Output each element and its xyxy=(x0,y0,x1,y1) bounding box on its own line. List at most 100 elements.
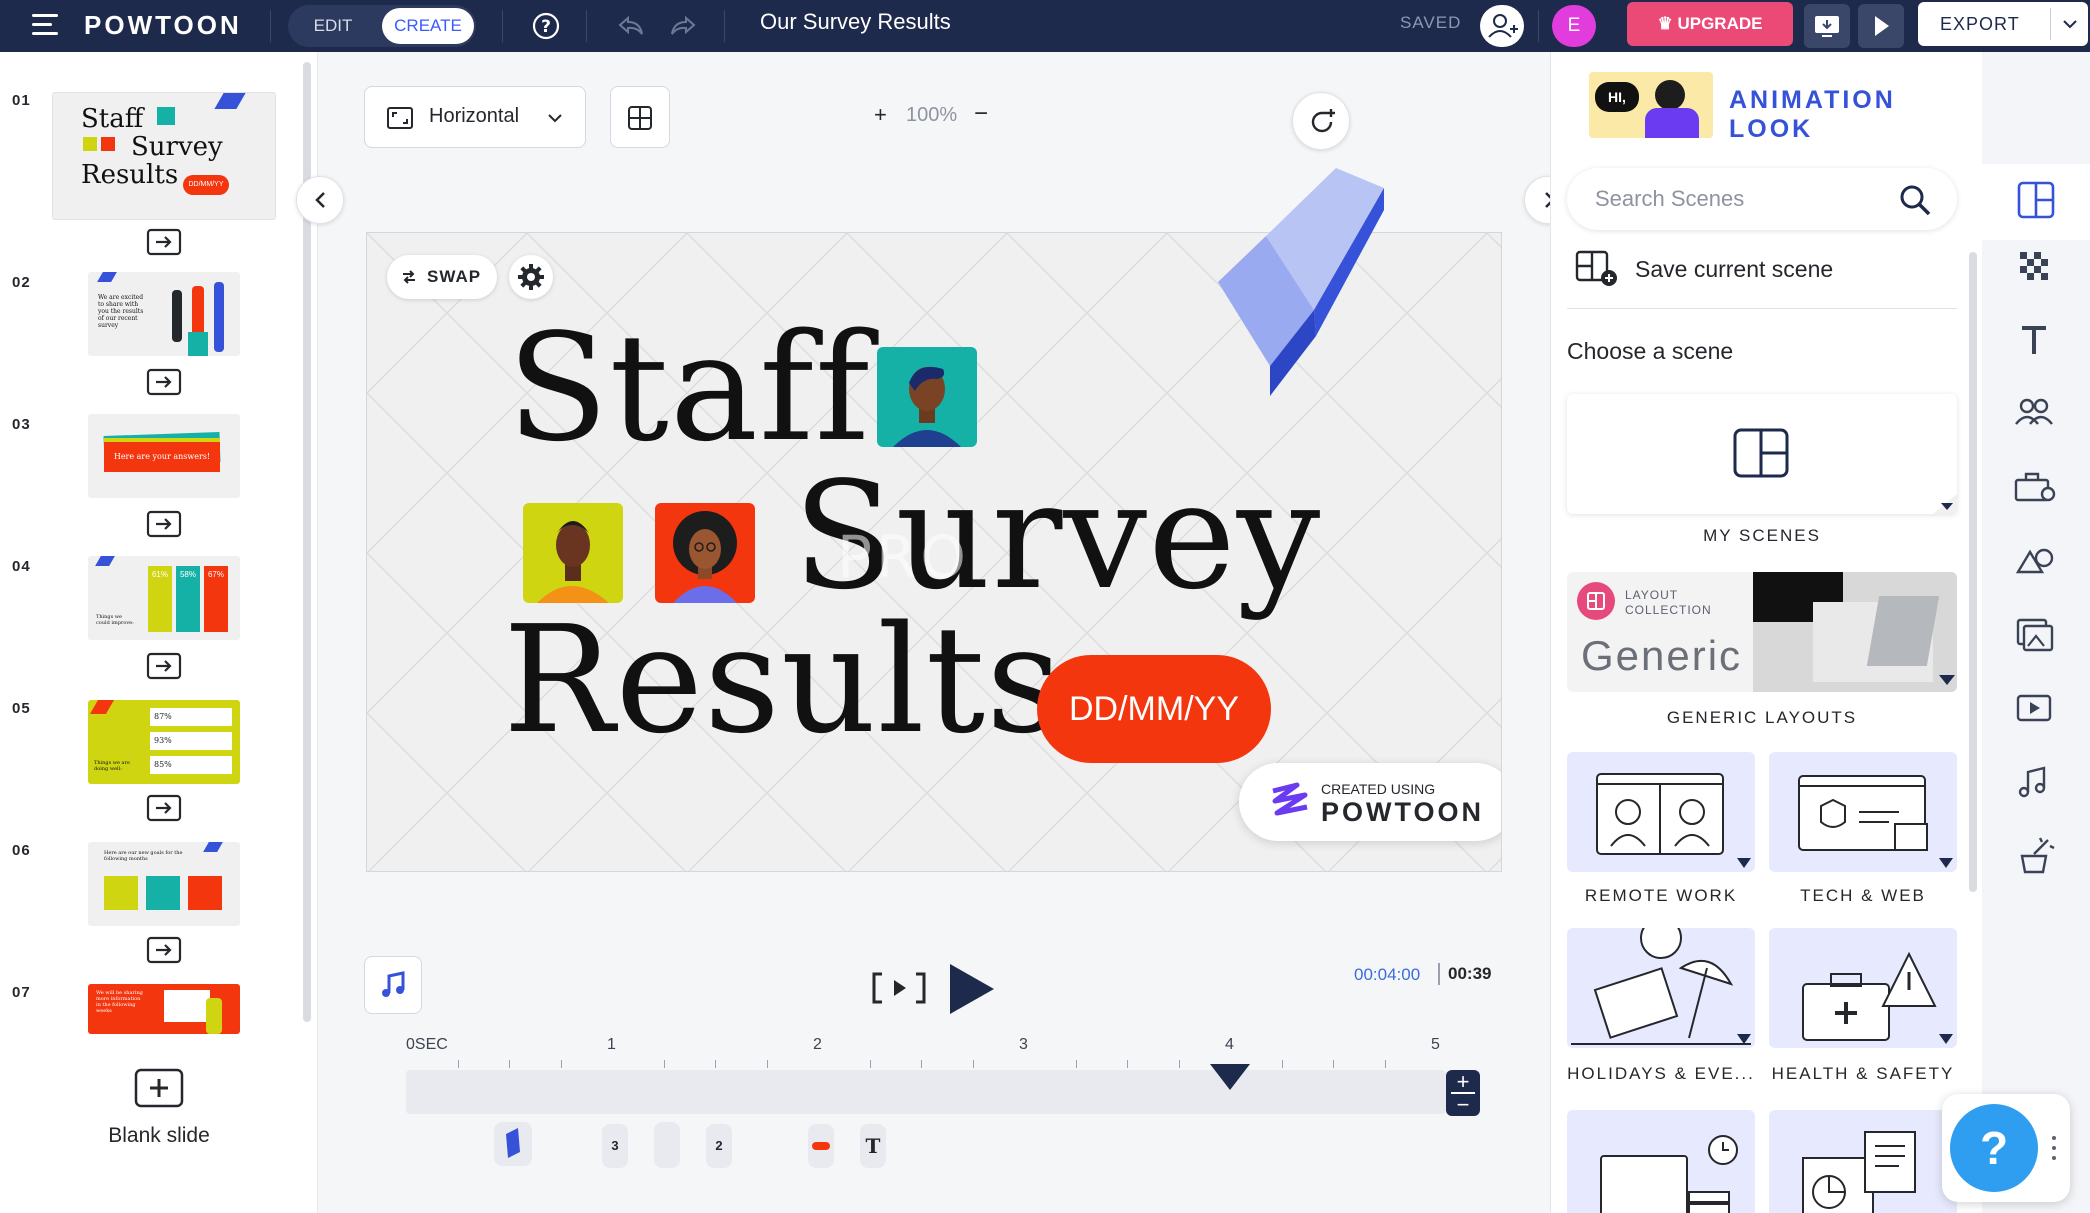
slide-thumbnail-6[interactable]: Here are our new goals for the following… xyxy=(88,842,240,926)
add-scene-button[interactable] xyxy=(1292,92,1350,150)
props-tab[interactable] xyxy=(2010,462,2058,510)
layer-chip-shape[interactable] xyxy=(494,1122,532,1166)
save-current-scene-button[interactable]: Save current scene xyxy=(1575,248,1955,292)
transition-icon[interactable] xyxy=(146,510,182,538)
panel-scrollbar[interactable] xyxy=(1969,252,1977,892)
transition-icon[interactable] xyxy=(146,228,182,256)
help-widget[interactable]: ? xyxy=(1942,1094,2070,1202)
slide-thumbnail-7[interactable]: We will be sharing more information in t… xyxy=(88,984,240,1034)
share-user-button[interactable] xyxy=(1480,5,1524,47)
swap-button[interactable]: SWAP xyxy=(387,255,497,299)
animation-look-label[interactable]: ANIMATION LOOK xyxy=(1729,86,1982,144)
user-avatar[interactable]: E xyxy=(1552,5,1596,47)
play-button[interactable] xyxy=(946,962,996,1016)
thumb-figure xyxy=(206,998,222,1034)
avatar-yellow[interactable] xyxy=(523,503,623,603)
upgrade-button[interactable]: ♛ UPGRADE xyxy=(1627,2,1793,46)
title-line-results[interactable]: Results xyxy=(503,605,1063,755)
timeline-track[interactable] xyxy=(406,1070,1446,1114)
holidays-events-card[interactable] xyxy=(1567,928,1755,1048)
export-button[interactable]: EXPORT xyxy=(1918,2,2088,46)
slide-thumbnail-5[interactable]: Things we are doing well: 87% 93% 85% xyxy=(88,700,240,784)
music-button[interactable] xyxy=(364,956,422,1014)
scenes-tab[interactable] xyxy=(1982,164,2090,240)
timeline-zoom-control[interactable]: + − xyxy=(1446,1070,1480,1116)
effects-tab[interactable] xyxy=(2010,832,2058,880)
edit-mode-button[interactable]: EDIT xyxy=(288,5,378,47)
date-pill[interactable]: DD/MM/YY xyxy=(1037,655,1271,763)
avatar-teal[interactable] xyxy=(877,347,977,447)
avatar-red[interactable] xyxy=(655,503,755,603)
preview-play-button[interactable] xyxy=(1858,4,1904,48)
timeline-zoom-in[interactable]: + xyxy=(1446,1070,1480,1093)
undo-icon[interactable] xyxy=(616,12,644,40)
music-note-icon xyxy=(382,971,405,997)
transition-icon[interactable] xyxy=(146,368,182,396)
thumb-date-pill: DD/MM/YY xyxy=(183,175,229,195)
scene-category-card[interactable] xyxy=(1769,1110,1957,1213)
red-pill-icon xyxy=(812,1142,830,1150)
animation-look-thumbnail[interactable]: HI, xyxy=(1589,72,1713,138)
generic-layouts-card[interactable]: LAYOUT COLLECTION Generic xyxy=(1567,572,1957,692)
search-input[interactable] xyxy=(1595,168,1895,230)
health-safety-card[interactable] xyxy=(1769,928,1957,1048)
thumb-avatar xyxy=(83,137,97,151)
transition-icon[interactable] xyxy=(146,794,182,822)
zoom-out-button[interactable]: − xyxy=(974,100,988,128)
more-options-icon[interactable] xyxy=(2052,1134,2056,1162)
slide-thumbnail-3[interactable]: Here are your answers! xyxy=(88,414,240,498)
tech-web-card[interactable] xyxy=(1769,752,1957,872)
tech-web-illustration xyxy=(1798,775,1928,851)
video-tab[interactable] xyxy=(2010,684,2058,732)
layer-chip-texts[interactable]: 2 xyxy=(706,1124,732,1168)
transition-icon[interactable] xyxy=(146,652,182,680)
thumb-figure xyxy=(188,332,208,356)
create-mode-button[interactable]: CREATE xyxy=(382,8,474,44)
slide-thumbnail-4[interactable]: Things we could improve: 61% 58% 67% xyxy=(88,556,240,640)
media-tab[interactable] xyxy=(2010,610,2058,658)
slide-thumbnail-1[interactable]: Staff Survey Results DD/MM/YY xyxy=(52,92,276,220)
slide-thumbnail-2[interactable]: We are excited to share with you the res… xyxy=(88,272,240,356)
zoom-in-button[interactable]: + xyxy=(874,102,887,128)
shapes-tab[interactable] xyxy=(2010,536,2058,584)
layer-chip-date[interactable] xyxy=(808,1124,834,1168)
slide-number: 04 xyxy=(12,558,31,575)
characters-tab[interactable] xyxy=(2010,388,2058,436)
thumb-shape xyxy=(203,842,223,852)
timeline-zoom-out[interactable]: − xyxy=(1446,1093,1480,1116)
orientation-dropdown[interactable]: Horizontal xyxy=(364,86,586,148)
playhead[interactable] xyxy=(1208,1062,1252,1092)
text-tab[interactable] xyxy=(2010,316,2058,364)
svg-text:?: ? xyxy=(541,17,551,37)
backgrounds-tab[interactable] xyxy=(2010,242,2058,290)
audio-tab[interactable] xyxy=(2010,758,2058,806)
generic-photo xyxy=(1753,572,1957,692)
scene-settings-button[interactable] xyxy=(509,255,553,299)
caret-down-icon xyxy=(1939,675,1955,685)
menu-icon[interactable] xyxy=(32,14,60,38)
collapse-left-button[interactable] xyxy=(296,176,344,224)
speech-bubble: HI, xyxy=(1595,82,1639,112)
layer-chip-text[interactable]: T xyxy=(860,1124,886,1168)
help-button[interactable]: ? xyxy=(1950,1104,2038,1192)
scene-category-card[interactable] xyxy=(1567,1110,1755,1213)
present-button[interactable] xyxy=(1804,4,1850,48)
document-title[interactable]: Our Survey Results xyxy=(760,9,951,35)
transition-icon[interactable] xyxy=(146,936,182,964)
remote-work-card[interactable] xyxy=(1567,752,1755,872)
my-scenes-card[interactable] xyxy=(1567,394,1957,514)
play-from-marker-button[interactable] xyxy=(870,968,928,1008)
chevron-down-icon[interactable] xyxy=(2050,8,2088,40)
layer-chip-blank[interactable] xyxy=(654,1122,680,1168)
slides-panel: 01 Staff Survey Results DD/MM/YY 02 We a… xyxy=(0,52,318,1213)
blue-shape-decoration[interactable] xyxy=(1198,156,1384,402)
search-icon[interactable] xyxy=(1899,184,1931,216)
editor-area: Horizontal + 100% − SWAP Staff Survey Re… xyxy=(296,52,1572,1213)
photo-laptop xyxy=(1866,596,1940,666)
add-blank-slide-button[interactable] xyxy=(134,1068,184,1108)
help-icon[interactable]: ? xyxy=(532,12,560,40)
grid-toggle-button[interactable] xyxy=(610,86,670,148)
redo-icon[interactable] xyxy=(668,12,696,40)
title-line-staff[interactable]: Staff xyxy=(507,313,871,463)
layer-chip-avatars[interactable]: 3 xyxy=(602,1124,628,1168)
